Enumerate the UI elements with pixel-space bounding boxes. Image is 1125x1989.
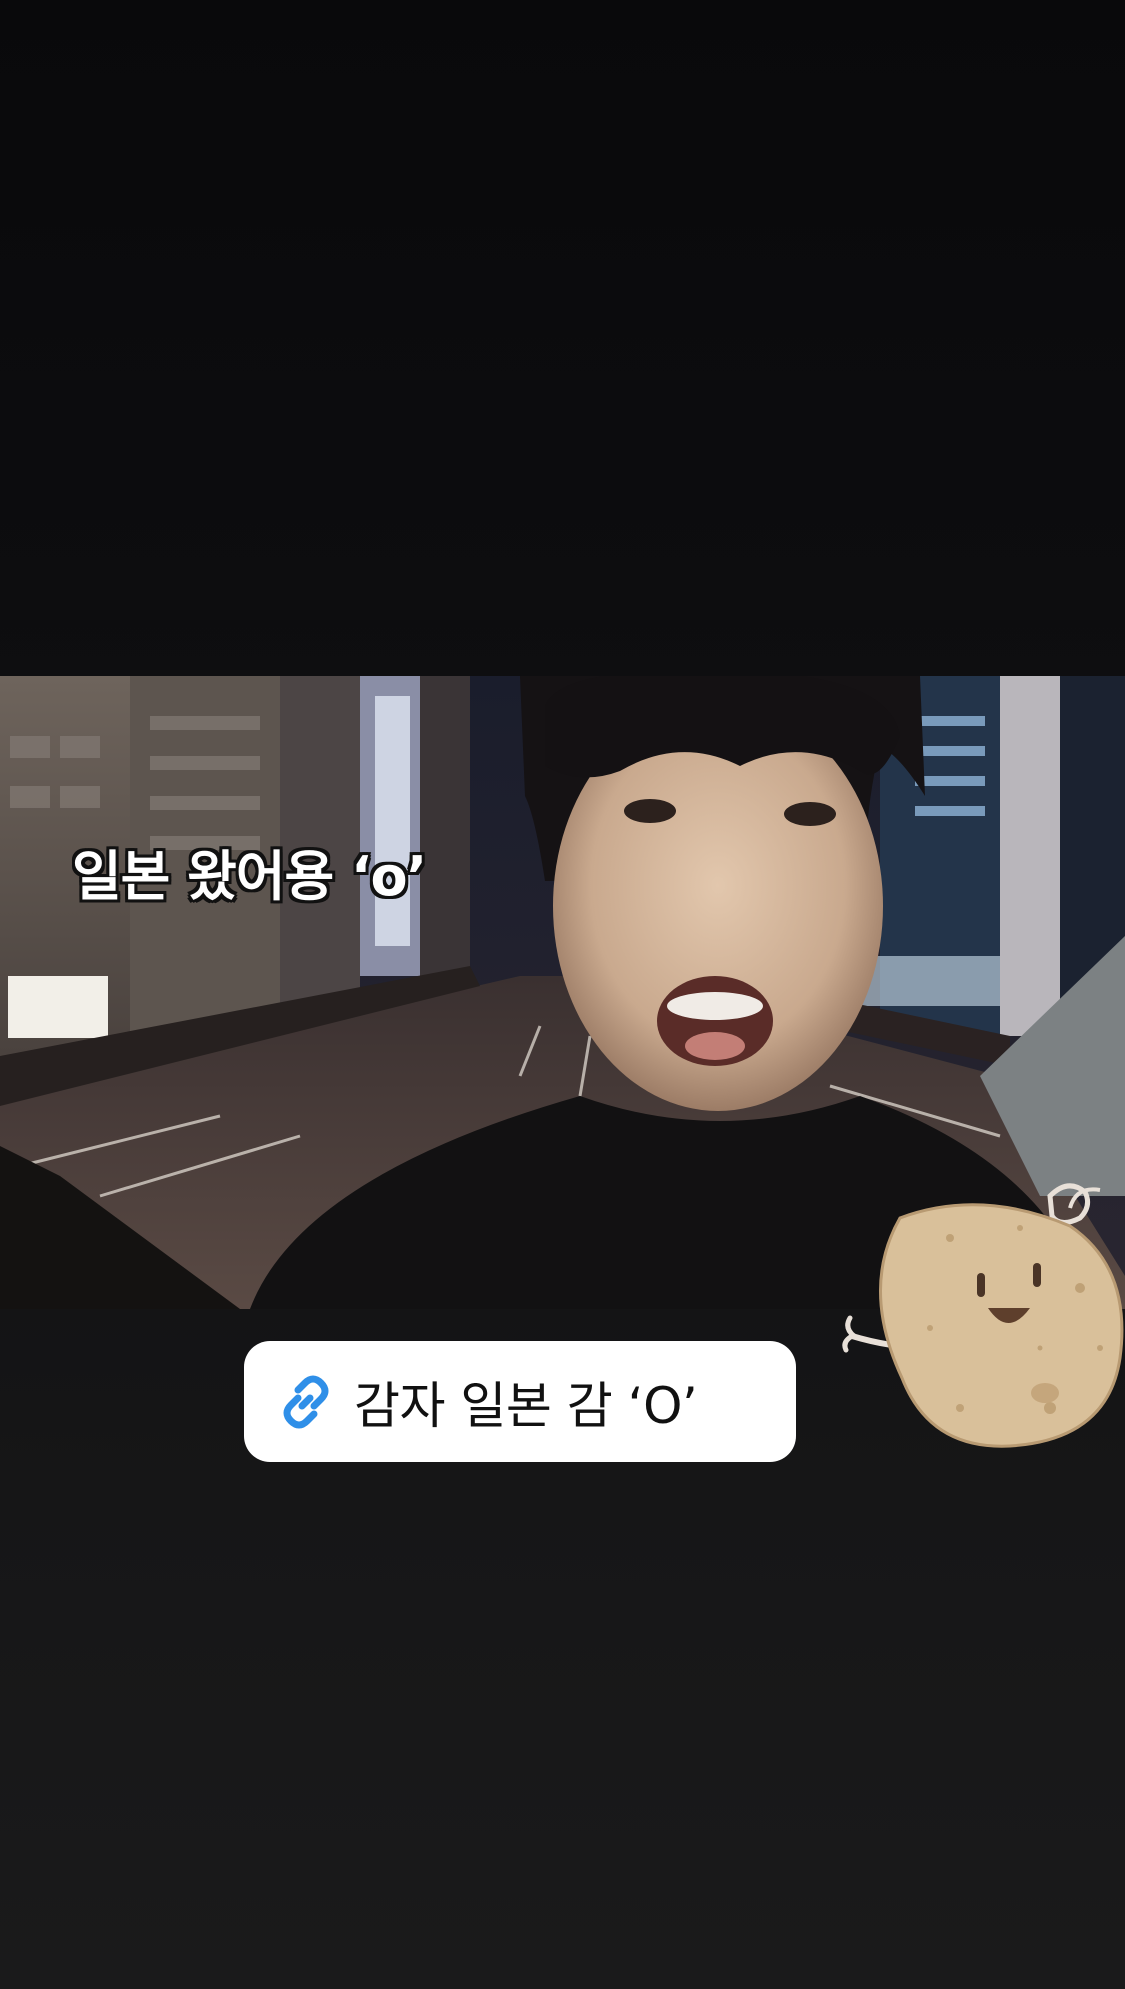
potato-character-sticker bbox=[840, 1178, 1125, 1458]
video-caption: 일본 왔어용 ‘o’ bbox=[72, 845, 427, 908]
story-screen: 일본 왔어용 ‘o’ 감자 일본 감 ‘O’ bbox=[0, 0, 1125, 1989]
link-icon bbox=[274, 1370, 338, 1434]
link-sticker[interactable]: 감자 일본 감 ‘O’ bbox=[244, 1341, 796, 1462]
link-sticker-label: 감자 일본 감 ‘O’ bbox=[354, 1376, 698, 1435]
